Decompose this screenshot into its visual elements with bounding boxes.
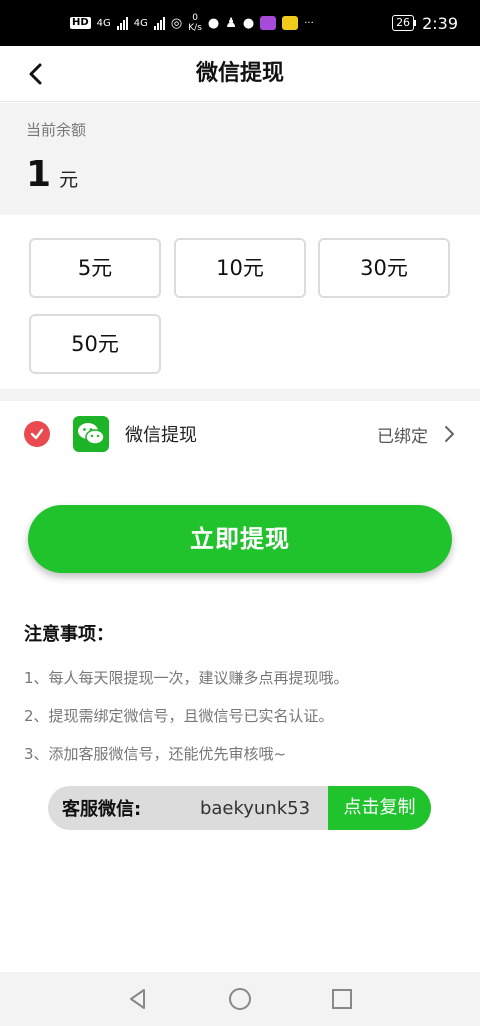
status-time: 2:39 xyxy=(422,13,458,33)
back-arrow-icon[interactable] xyxy=(24,62,48,86)
balance-panel: 当前余额 1 元 xyxy=(0,103,480,215)
signal-icon-2 xyxy=(153,16,165,30)
wechat-icon xyxy=(73,416,109,452)
customer-service-wechat-id: baekyunk53 xyxy=(199,797,311,819)
copy-button[interactable]: 点击复制 xyxy=(328,786,431,830)
status-left: HD 4G 4G ◎ 0 K/s ● ♟ ● ··· xyxy=(70,13,314,33)
withdraw-now-button[interactable]: 立即提现 xyxy=(28,505,452,573)
nav-back-icon[interactable] xyxy=(122,983,154,1015)
nav-home-icon[interactable] xyxy=(224,983,256,1015)
nav-recents-icon[interactable] xyxy=(326,983,358,1015)
withdraw-method-row[interactable]: 微信提现 已绑定 xyxy=(0,401,480,467)
qq-notification-icon: ♟ xyxy=(225,15,237,31)
check-icon[interactable] xyxy=(24,421,50,447)
note-item: 3、添加客服微信号，还能优先审核哦~ xyxy=(24,745,287,763)
bound-status: 已绑定 xyxy=(377,426,428,447)
balance-unit: 元 xyxy=(59,169,79,191)
note-item: 1、每人每天限提现一次，建议赚多点再提现哦。 xyxy=(24,669,349,687)
app-notification-icon xyxy=(260,16,277,30)
notes-section: 注意事项： 1、每人每天限提现一次，建议赚多点再提现哦。 2、提现需绑定微信号，… xyxy=(24,620,464,764)
signal-icon-1 xyxy=(116,16,128,30)
chat-notification-icon: ● xyxy=(207,15,220,31)
hd-badge: HD xyxy=(70,17,91,29)
section-divider xyxy=(0,389,480,401)
battery-level: 26 xyxy=(392,15,415,31)
balance-value: 1 xyxy=(26,154,52,195)
customer-service-bar: 客服微信: baekyunk53 点击复制 xyxy=(48,786,431,830)
balance-row: 1 元 xyxy=(26,154,454,195)
network-label-2: 4G xyxy=(133,17,148,29)
system-nav-bar xyxy=(0,972,480,1026)
note-item: 2、提现需绑定微信号，且微信号已实名认证。 xyxy=(24,707,334,725)
balance-label: 当前余额 xyxy=(26,121,87,139)
page-title: 微信提现 xyxy=(195,61,284,86)
amount-option-10[interactable]: 10元 xyxy=(174,238,306,298)
amount-option-30[interactable]: 30元 xyxy=(318,238,450,298)
speed-unit: K/s xyxy=(188,23,202,33)
more-notifications-icon: ··· xyxy=(304,17,314,29)
wifi-icon: ◎ xyxy=(170,15,183,31)
withdraw-method-label: 微信提现 xyxy=(125,425,197,446)
notes-title: 注意事项： xyxy=(24,624,114,645)
game-notification-icon xyxy=(282,16,299,30)
network-label-1: 4G xyxy=(96,17,111,29)
status-bar: HD 4G 4G ◎ 0 K/s ● ♟ ● ··· 26 2:39 xyxy=(0,0,480,46)
amount-option-50[interactable]: 50元 xyxy=(29,314,161,374)
speed-value: 0 xyxy=(192,13,198,23)
chevron-right-icon xyxy=(445,426,454,442)
battery-icon: 26 xyxy=(392,15,417,31)
page-header: 微信提现 xyxy=(0,46,480,102)
wechat-notification-icon: ● xyxy=(242,15,255,31)
status-right: 26 2:39 xyxy=(392,14,458,33)
amount-option-5[interactable]: 5元 xyxy=(29,238,161,298)
network-speed: 0 K/s xyxy=(188,13,202,33)
customer-service-label: 客服微信: xyxy=(62,799,142,820)
